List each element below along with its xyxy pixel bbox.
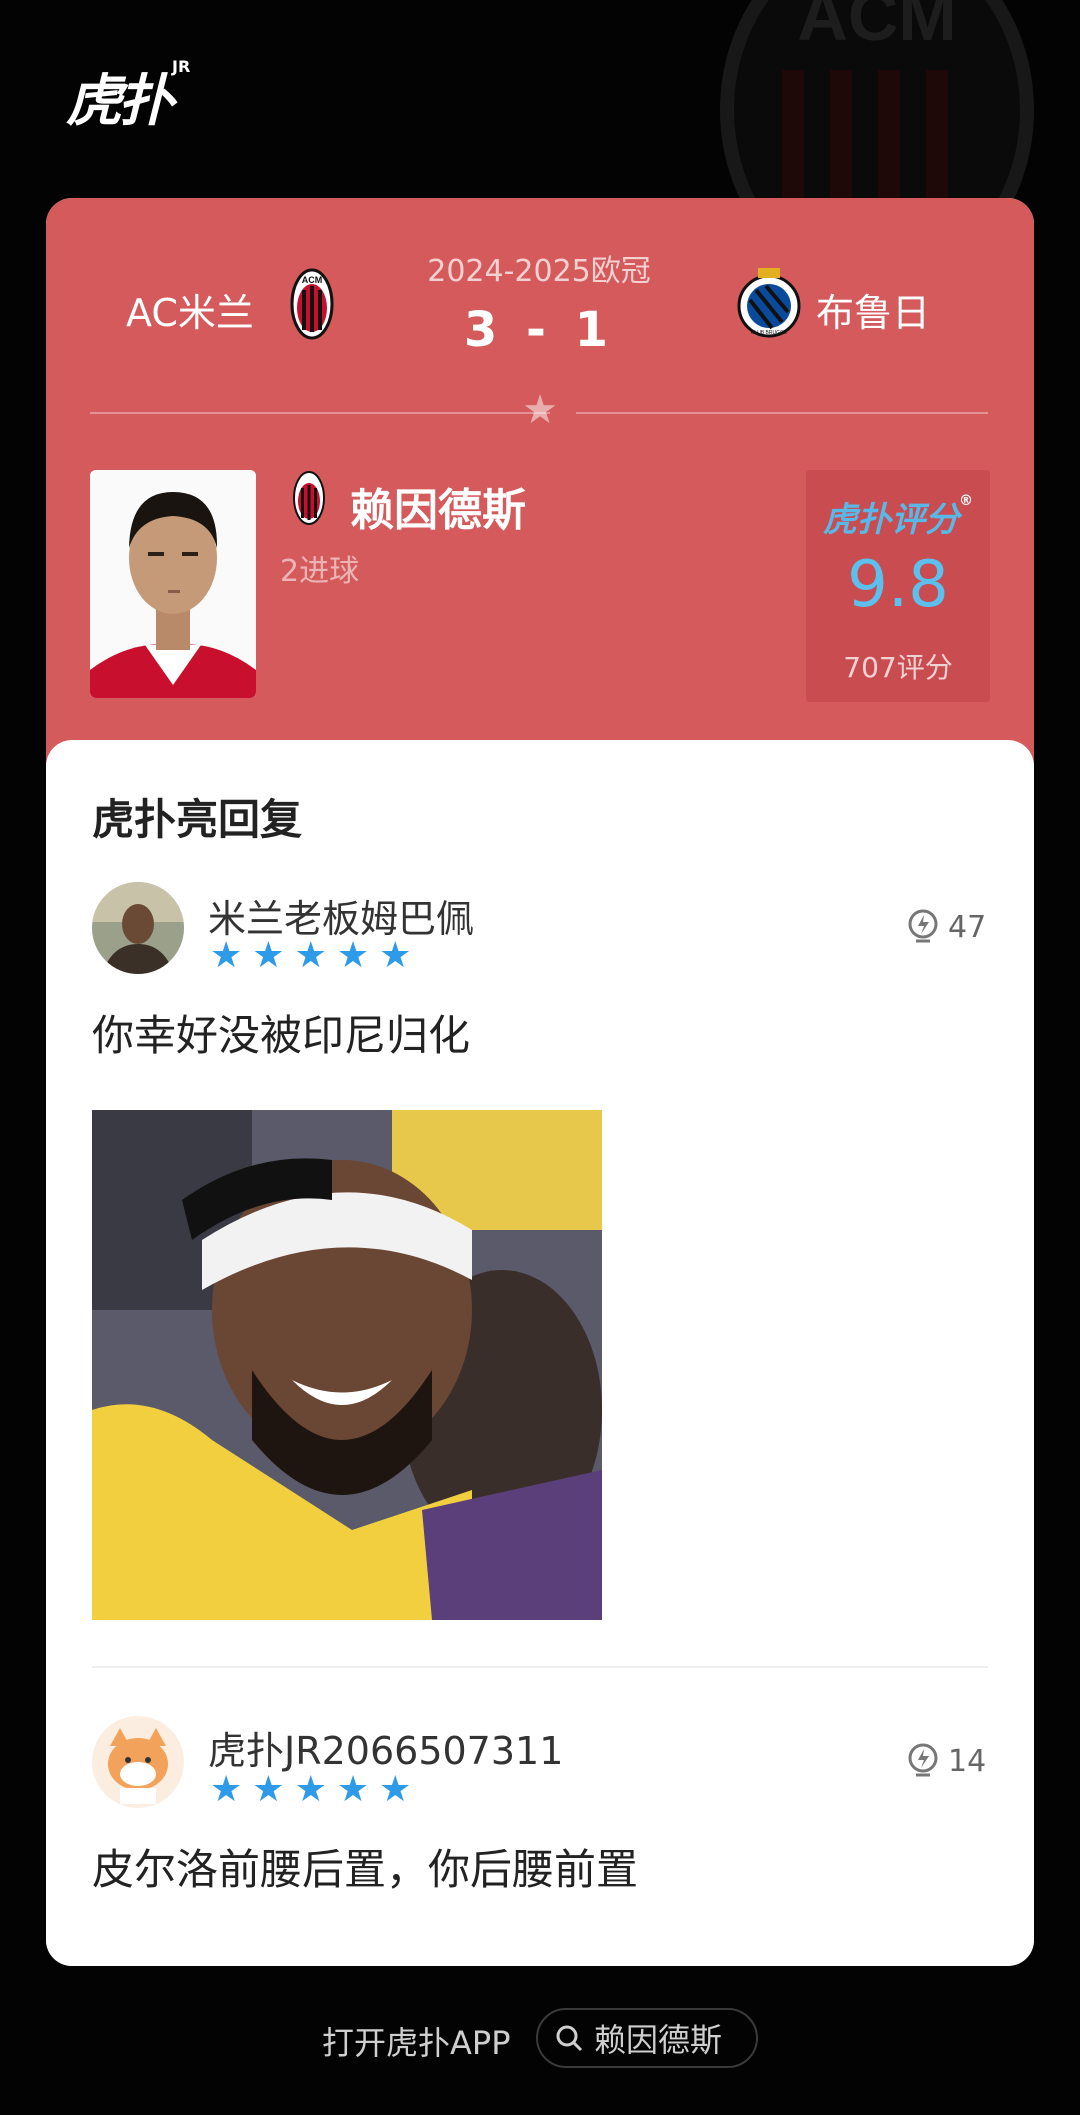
laughing-player-image	[92, 1110, 602, 1620]
star-icon: ★	[210, 1769, 243, 1810]
match-score: 3 - 1	[463, 302, 615, 358]
hupu-rating-box: 虎扑评分® 9.8 707评分	[806, 470, 990, 702]
star-icon: ★	[210, 935, 243, 976]
avatar[interactable]	[92, 882, 184, 974]
player-portrait-image	[90, 470, 256, 698]
star-icon: ★	[379, 1769, 412, 1810]
reply-divider	[92, 1666, 988, 1668]
rating-count: 707评分	[843, 651, 953, 684]
light-up-button[interactable]: 47	[904, 908, 986, 946]
reply-image[interactable]	[92, 1110, 602, 1620]
svg-text:ACM: ACM	[302, 275, 323, 285]
lightbulb-icon	[908, 1743, 938, 1777]
rating-label: 虎扑评分®	[823, 492, 973, 540]
ac-milan-crest-icon	[293, 471, 325, 525]
avatar[interactable]	[92, 1716, 184, 1808]
reply-username[interactable]: 虎扑JR2066507311	[208, 1720, 563, 1775]
star-icon: ★	[336, 935, 370, 976]
star-icon: ★	[379, 935, 412, 976]
search-icon	[556, 2025, 583, 2052]
star-rating: ★ ★ ★ ★ ★	[210, 938, 411, 974]
like-count: 14	[948, 1743, 987, 1779]
svg-text:CLUB BRUGGE: CLUB BRUGGE	[751, 330, 788, 336]
star-icon: ★	[294, 935, 327, 976]
rating-value: 9.8	[847, 548, 949, 622]
divider-line	[90, 412, 550, 414]
match-header: AC米兰 ACM 2024-2025欧冠 3 - 1 CLUB BRUGGE 布…	[46, 198, 1034, 764]
club-brugge-crest-icon: CLUB BRUGGE	[737, 268, 801, 338]
star-icon: ★	[522, 387, 558, 433]
player-name: 赖因德斯	[350, 485, 526, 536]
ac-milan-crest-icon: ACM	[290, 268, 334, 340]
divider-line	[576, 412, 988, 414]
section-title: 虎扑亮回复	[92, 795, 303, 844]
light-up-button[interactable]: 14	[904, 1742, 986, 1780]
svg-text:ACM: ACM	[797, 0, 956, 55]
competition-label: 2024-2025欧冠	[427, 254, 651, 289]
star-rating: ★ ★ ★ ★ ★	[210, 1772, 411, 1808]
star-icon: ★	[252, 935, 285, 976]
star-icon: ★	[252, 1769, 285, 1810]
reply-text: 你幸好没被印尼归化	[92, 1011, 471, 1060]
player-stat: 2进球	[280, 554, 360, 589]
hupu-logo: 虎扑JR	[66, 57, 191, 134]
player-photo	[90, 470, 256, 698]
reply-text: 皮尔洛前腰后置，你后腰前置	[92, 1845, 639, 1894]
like-count: 47	[948, 909, 987, 945]
away-team-name: 布鲁日	[816, 291, 931, 335]
lightbulb-icon	[908, 909, 938, 943]
search-query: 赖因德斯	[594, 2021, 723, 2059]
open-app-link[interactable]: 打开虎扑APP	[322, 2018, 511, 2064]
home-team-name: AC米兰	[126, 291, 254, 335]
star-icon: ★	[336, 1769, 370, 1810]
share-card: AC米兰 ACM 2024-2025欧冠 3 - 1 CLUB BRUGGE 布…	[46, 198, 1034, 1966]
share-page: ACM 虎扑JR AC米兰 ACM 2024-2025欧冠 3 - 1 CLUB…	[0, 0, 1080, 2115]
top-replies-panel: 虎扑亮回复 米兰老板姆巴佩 ★ ★ ★ ★ ★ 47 你幸好没被印尼归化 虎扑J…	[46, 740, 1034, 1966]
search-button[interactable]: 赖因德斯	[536, 2008, 758, 2068]
star-icon: ★	[294, 1769, 327, 1810]
